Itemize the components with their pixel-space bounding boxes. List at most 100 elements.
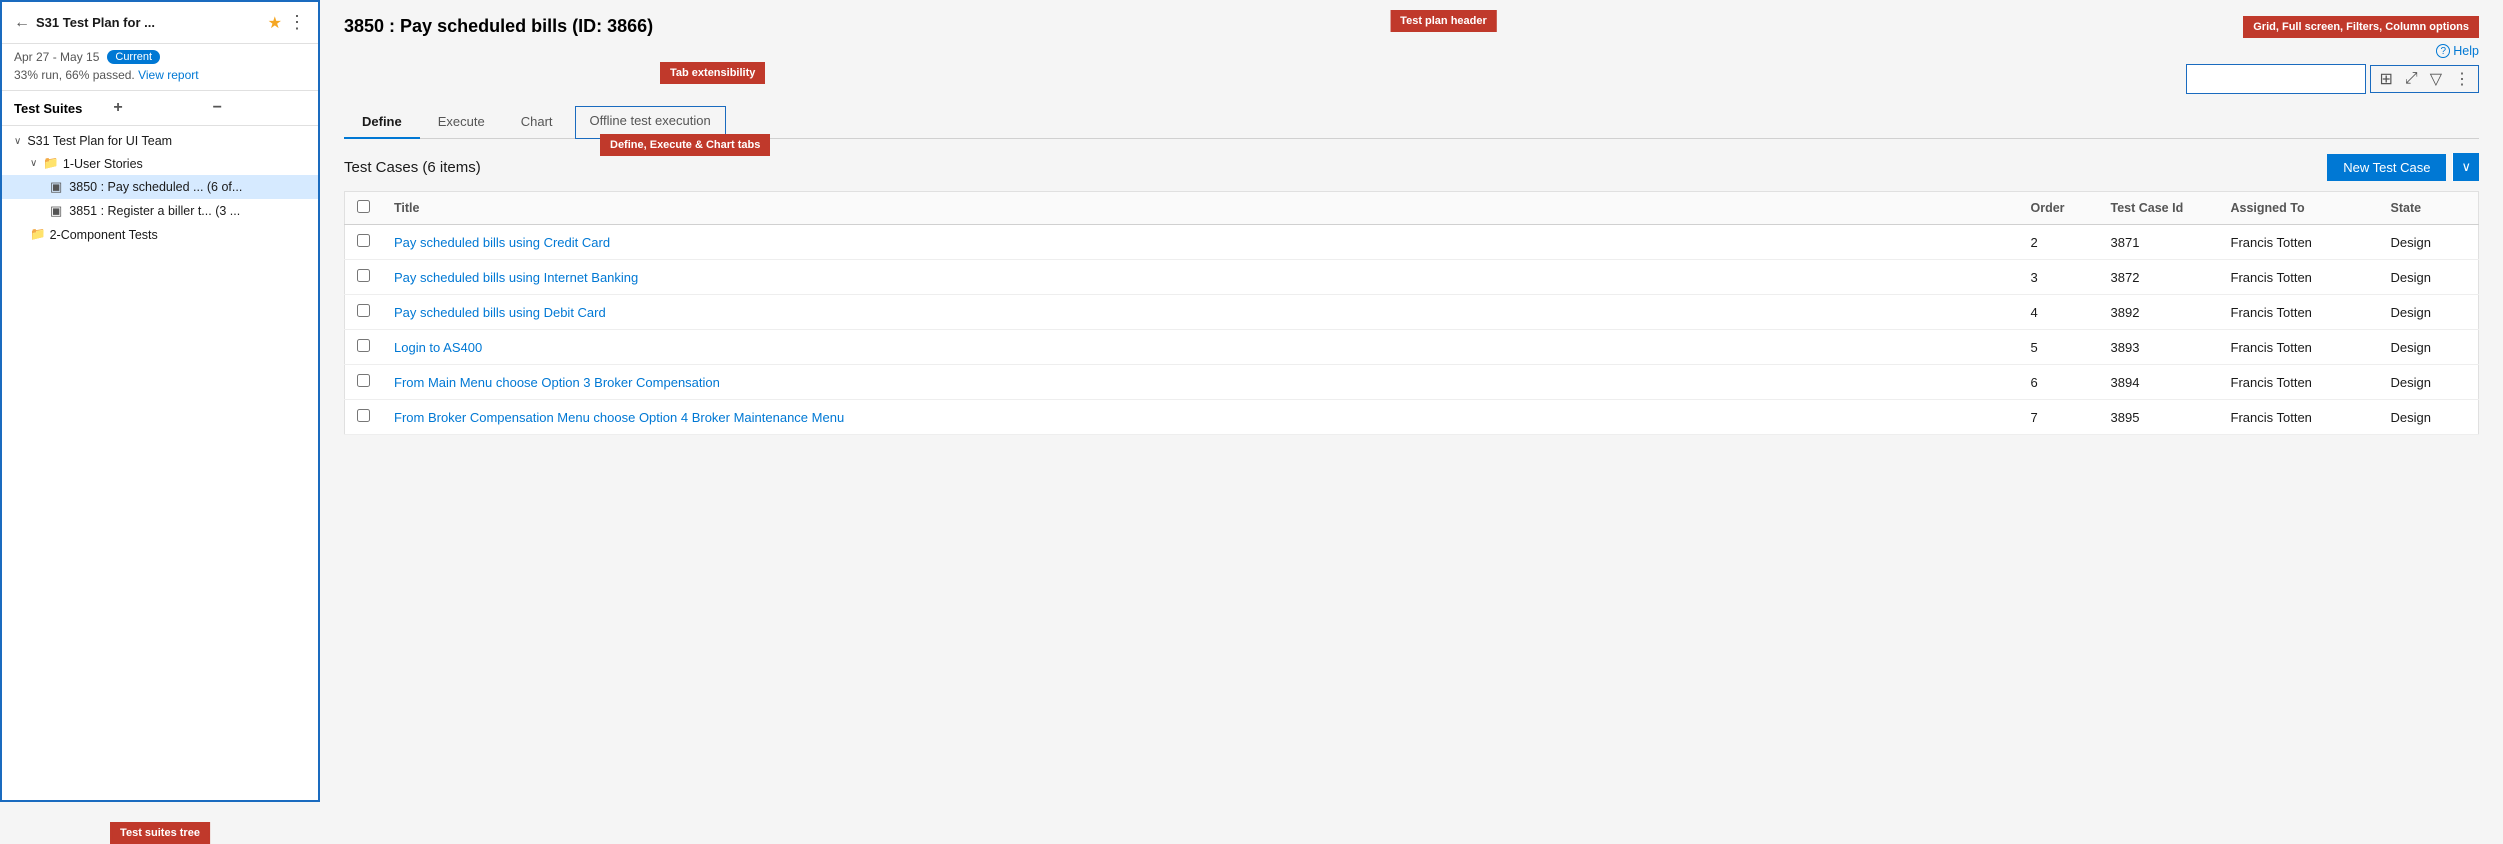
main-content: 3850 : Pay scheduled bills (ID: 3866) Te… [320,0,2503,802]
tab-chart[interactable]: Chart [503,106,571,139]
progress-text: 33% run, 66% passed. [14,68,135,82]
row-state-cell: Design [2379,295,2479,330]
add-suite-icon[interactable]: + [113,99,206,117]
test-case-title-link[interactable]: Login to AS400 [394,340,482,355]
test-suites-tree: ∨ S31 Test Plan for UI Team ∨ 📁 1-User S… [2,126,318,800]
row-assigned-cell: Francis Totten [2219,400,2379,435]
order-column-header[interactable]: Order [2019,192,2099,225]
row-title-cell: From Main Menu choose Option 3 Broker Co… [382,365,2019,400]
row-checkbox[interactable] [357,304,370,317]
tree-item-label: 1-User Stories [63,157,143,171]
row-assigned-cell: Francis Totten [2219,365,2379,400]
sidebar-more-icon[interactable]: ⋮ [288,12,306,33]
row-checkbox[interactable] [357,269,370,282]
state-column-header[interactable]: State [2379,192,2479,225]
grid-view-icon[interactable]: ⊞ [2379,69,2392,89]
test-case-title-link[interactable]: From Main Menu choose Option 3 Broker Co… [394,375,720,390]
row-id-cell: 3892 [2099,295,2219,330]
grid-actions: New Test Case ∨ [2327,153,2479,181]
tree-item-label: S31 Test Plan for UI Team [27,134,172,148]
row-checkbox[interactable] [357,339,370,352]
grid-toolbar-annotation: Grid, Full screen, Filters, Column optio… [2243,16,2479,38]
row-id-cell: 3871 [2099,225,2219,260]
help-circle-icon: ? [2436,44,2450,58]
collapse-suite-icon[interactable]: − [213,99,306,117]
row-assigned-cell: Francis Totten [2219,260,2379,295]
folder-icon: 📁 [30,227,46,242]
title-column-header[interactable]: Title [382,192,2019,225]
tree-folder-component-tests[interactable]: 📁 2-Component Tests [2,223,318,246]
tree-item-3850[interactable]: ▣ 3850 : Pay scheduled ... (6 of... [2,175,318,199]
favorite-star-icon[interactable]: ★ [268,13,282,33]
row-checkbox[interactable] [357,234,370,247]
table-row: Pay scheduled bills using Credit Card 2 … [345,225,2479,260]
row-state-cell: Design [2379,400,2479,435]
current-badge: Current [107,50,160,64]
row-checkbox-cell [345,365,383,400]
select-all-header [345,192,383,225]
row-checkbox[interactable] [357,374,370,387]
row-assigned-cell: Francis Totten [2219,330,2379,365]
table-row: From Broker Compensation Menu choose Opt… [345,400,2479,435]
table-row: Pay scheduled bills using Internet Banki… [345,260,2479,295]
sidebar-plan-title: S31 Test Plan for ... [36,15,262,30]
assigned-to-column-header[interactable]: Assigned To [2219,192,2379,225]
row-title-cell: Pay scheduled bills using Internet Banki… [382,260,2019,295]
test-case-id-column-header[interactable]: Test Case Id [2099,192,2219,225]
row-state-cell: Design [2379,330,2479,365]
row-state-cell: Design [2379,225,2479,260]
test-case-title-link[interactable]: Pay scheduled bills using Debit Card [394,305,606,320]
select-all-checkbox[interactable] [357,200,370,213]
new-test-case-caret-button[interactable]: ∨ [2452,153,2479,181]
column-options-icon[interactable]: ⋮ [2454,69,2470,89]
sidebar-dates: Apr 27 - May 15 Current [14,50,306,64]
test-suites-header: Test Suites + − [2,91,318,126]
sidebar-header: ← S31 Test Plan for ... ★ ⋮ [2,2,318,44]
row-id-cell: 3872 [2099,260,2219,295]
sidebar-meta: Apr 27 - May 15 Current 33% run, 66% pas… [2,44,318,91]
search-filter-box[interactable] [2186,64,2366,94]
view-report-link[interactable]: View report [138,68,198,82]
new-test-case-button[interactable]: New Test Case [2327,154,2446,181]
tree-folder-user-stories[interactable]: ∨ 📁 1-User Stories [2,152,318,175]
tab-define[interactable]: Define [344,106,420,139]
tab-execute[interactable]: Execute [420,106,503,139]
row-assigned-cell: Francis Totten [2219,295,2379,330]
row-checkbox[interactable] [357,409,370,422]
row-order-cell: 2 [2019,225,2099,260]
chevron-down-icon: ∨ [30,158,37,169]
help-link[interactable]: ? Help [2436,44,2479,58]
row-order-cell: 4 [2019,295,2099,330]
table-row: Login to AS400 5 3893 Francis Totten Des… [345,330,2479,365]
date-range: Apr 27 - May 15 [14,50,99,64]
row-checkbox-cell [345,400,383,435]
fullscreen-icon[interactable]: ⤢ [2405,70,2418,88]
filter-icon[interactable]: ▽ [2430,69,2442,89]
row-order-cell: 7 [2019,400,2099,435]
back-button[interactable]: ← [14,14,30,32]
row-checkbox-cell [345,330,383,365]
sidebar-progress: 33% run, 66% passed. View report [14,68,306,82]
test-case-title-link[interactable]: Pay scheduled bills using Credit Card [394,235,610,250]
row-order-cell: 6 [2019,365,2099,400]
row-checkbox-cell [345,260,383,295]
row-title-cell: From Broker Compensation Menu choose Opt… [382,400,2019,435]
define-execute-chart-annotation: Define, Execute & Chart tabs [600,134,770,156]
sidebar: ← S31 Test Plan for ... ★ ⋮ Apr 27 - May… [0,0,320,802]
test-suites-tree-label: Test suites tree [110,822,210,844]
row-state-cell: Design [2379,260,2479,295]
row-order-cell: 5 [2019,330,2099,365]
row-title-cell: Pay scheduled bills using Debit Card [382,295,2019,330]
tree-item-3851[interactable]: ▣ 3851 : Register a biller t... (3 ... [2,199,318,223]
tree-root-item[interactable]: ∨ S31 Test Plan for UI Team [2,130,318,152]
row-order-cell: 3 [2019,260,2099,295]
test-case-title-link[interactable]: From Broker Compensation Menu choose Opt… [394,410,844,425]
tree-item-label: 2-Component Tests [50,228,158,242]
table-header-row: Title Order Test Case Id Assigned To Sta… [345,192,2479,225]
row-state-cell: Design [2379,365,2479,400]
grid-area: Test Cases (6 items) New Test Case ∨ Tit… [320,139,2503,802]
test-suite-item-icon: ▣ [50,203,62,219]
test-case-title-link[interactable]: Pay scheduled bills using Internet Banki… [394,270,638,285]
page-title: 3850 : Pay scheduled bills (ID: 3866) [344,16,653,37]
grid-title: Test Cases (6 items) [344,159,481,176]
